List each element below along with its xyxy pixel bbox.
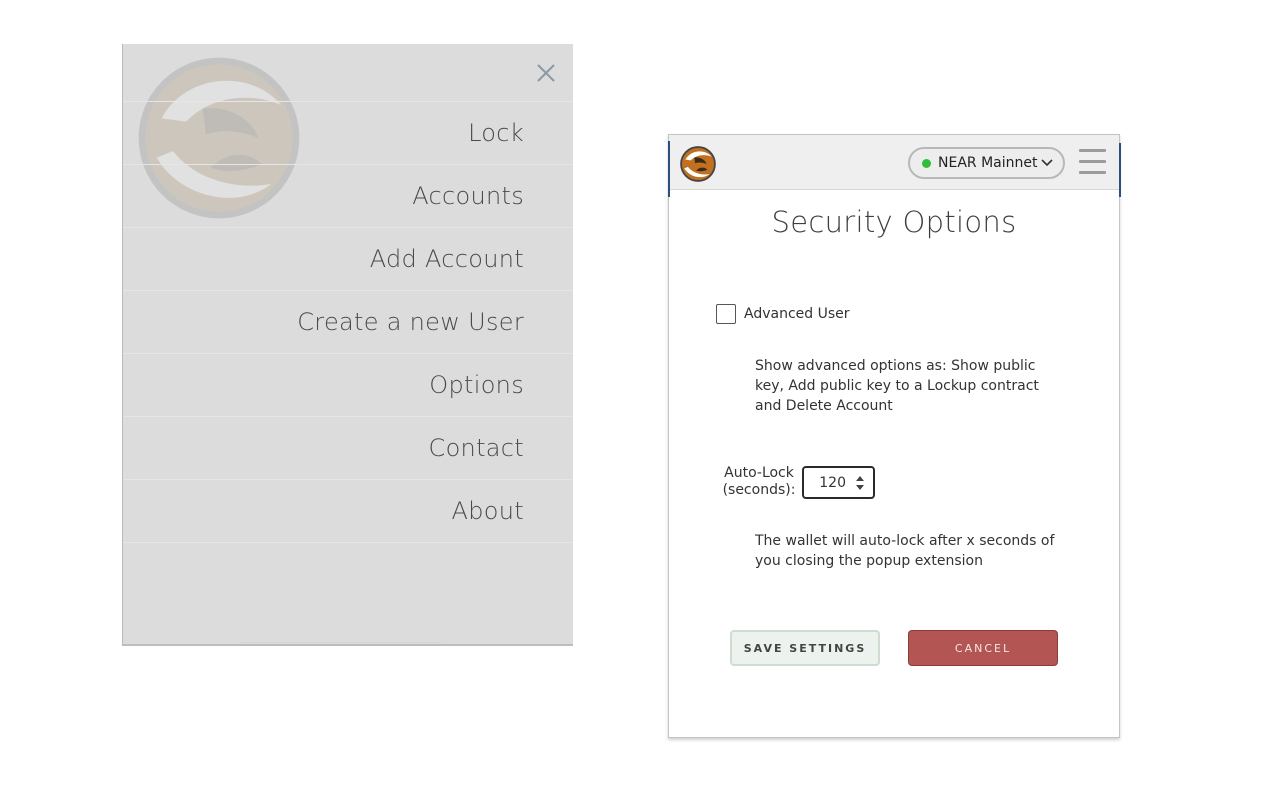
autolock-label: Auto-Lock (seconds): <box>721 465 797 499</box>
security-options-window: NEAR Mainnet Security Options Advanced U… <box>668 134 1121 738</box>
accent-border <box>668 141 670 197</box>
menu-item-create-user[interactable]: Create a new User <box>123 290 573 353</box>
network-selector[interactable]: NEAR Mainnet <box>908 147 1065 179</box>
advanced-user-row: Advanced User <box>716 304 850 324</box>
spinner-arrows-icon[interactable] <box>856 476 864 490</box>
top-bar: NEAR Mainnet <box>668 135 1121 197</box>
autolock-description: The wallet will auto-lock after x second… <box>755 533 1055 569</box>
narwallets-logo[interactable] <box>680 146 716 182</box>
advanced-user-label[interactable]: Advanced User <box>744 306 850 322</box>
accent-border <box>1119 143 1121 197</box>
autolock-label-line: (seconds): <box>722 482 796 498</box>
menu-item-add-account[interactable]: Add Account <box>123 227 573 290</box>
chevron-down-icon <box>1041 159 1053 167</box>
network-status-dot <box>922 158 931 168</box>
autolock-seconds-input[interactable]: 120 <box>802 466 875 499</box>
menu-item-label: Lock <box>468 119 524 147</box>
autolock-label-line: Auto-Lock <box>724 465 794 481</box>
menu-item-label: Add Account <box>369 245 524 273</box>
footer-divider <box>241 642 441 644</box>
menu-item-contact[interactable]: Contact <box>123 416 573 479</box>
save-settings-button[interactable]: SAVE SETTINGS <box>730 630 880 666</box>
network-label: NEAR Mainnet <box>938 155 1038 171</box>
page-title: Security Options <box>771 205 1017 239</box>
cancel-button[interactable]: CANCEL <box>908 630 1058 666</box>
menu-item-lock[interactable]: Lock <box>123 101 573 164</box>
menu-item-accounts[interactable]: Accounts <box>123 164 573 227</box>
hamburger-icon[interactable] <box>1079 149 1106 175</box>
menu-item-label: Options <box>429 371 524 399</box>
main-menu-panel: Lock Accounts Add Account Create a new U… <box>122 44 573 646</box>
menu-item-label: About <box>451 497 524 525</box>
menu-list: Lock Accounts Add Account Create a new U… <box>123 101 573 543</box>
autolock-value: 120 <box>819 474 846 491</box>
advanced-user-description: Show advanced options as: Show public ke… <box>755 358 1039 414</box>
advanced-user-checkbox[interactable] <box>716 304 736 324</box>
close-icon[interactable] <box>535 62 557 84</box>
menu-item-options[interactable]: Options <box>123 353 573 416</box>
menu-item-about[interactable]: About <box>123 479 573 543</box>
menu-item-label: Accounts <box>412 182 524 210</box>
menu-item-label: Create a new User <box>297 308 524 336</box>
menu-item-label: Contact <box>428 434 524 462</box>
